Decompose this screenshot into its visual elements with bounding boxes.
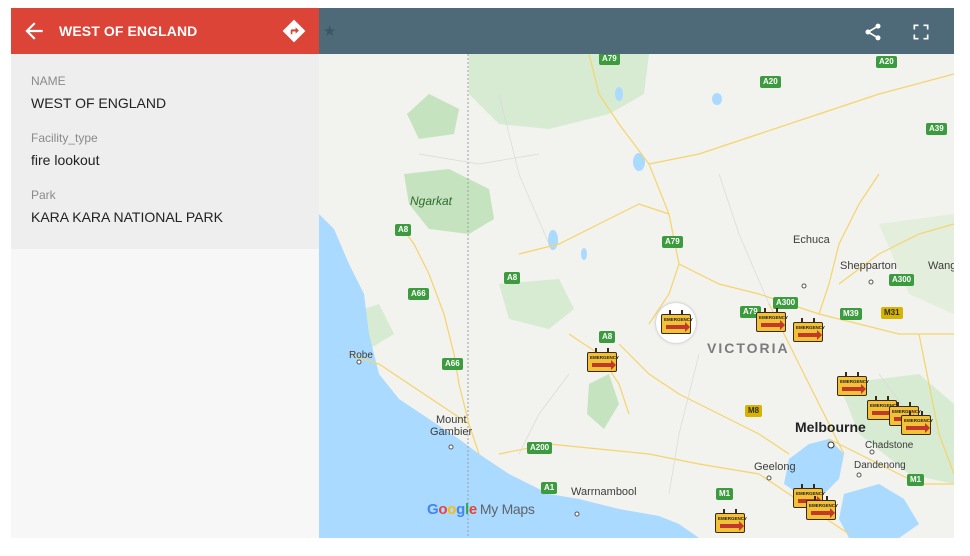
park-label-ngarkat: Ngarkat bbox=[410, 194, 453, 208]
arrow-left-icon[interactable] bbox=[21, 18, 47, 44]
field-label-facility-type: Facility_type bbox=[31, 131, 98, 145]
road-shield: A8 bbox=[504, 272, 521, 284]
road-shield: M1 bbox=[907, 474, 925, 486]
map-marker[interactable]: EMERGENCY bbox=[806, 496, 838, 522]
field-value-park: KARA KARA NATIONAL PARK bbox=[31, 209, 223, 225]
share-icon[interactable] bbox=[863, 22, 883, 42]
place-label-echuca: Echuca bbox=[793, 234, 830, 246]
place-label-melbourne: Melbourne bbox=[795, 419, 866, 435]
road-shield: A66 bbox=[442, 358, 463, 370]
star-icon[interactable]: ★ bbox=[323, 22, 336, 40]
place-label-geelong: Geelong bbox=[754, 461, 796, 473]
field-value-facility-type: fire lookout bbox=[31, 152, 100, 168]
road-shield: A8 bbox=[599, 331, 616, 343]
place-label-chadstone: Chadstone bbox=[865, 440, 914, 451]
road-shield: A20 bbox=[876, 56, 897, 68]
road-shield: A39 bbox=[926, 123, 947, 135]
place-label-dandenong: Dandenong bbox=[854, 460, 906, 471]
road-shield: M1 bbox=[716, 488, 734, 500]
map-view[interactable]: Ngarkat VICTORIA Echuca Shepparton Wang … bbox=[319, 8, 954, 538]
place-label-shepparton: Shepparton bbox=[840, 260, 897, 272]
road-shield: A66 bbox=[408, 288, 429, 300]
panel-title: WEST OF ENGLAND bbox=[59, 23, 198, 39]
field-label-name: NAME bbox=[31, 74, 66, 88]
road-shield: A200 bbox=[527, 442, 553, 454]
directions-icon[interactable] bbox=[281, 18, 307, 44]
google-my-maps-logo: Google My Maps bbox=[427, 501, 535, 518]
road-shield: M39 bbox=[840, 308, 862, 320]
place-label-robe: Robe bbox=[349, 350, 373, 361]
map-marker[interactable]: EMERGENCY bbox=[793, 318, 825, 344]
map-marker[interactable]: EMERGENCY bbox=[715, 509, 747, 535]
map-marker[interactable]: EMERGENCY bbox=[901, 411, 933, 437]
road-shield: M8 bbox=[745, 405, 763, 417]
attribute-list: NAME WEST OF ENGLAND Facility_type fire … bbox=[11, 54, 319, 249]
road-shield: A1 bbox=[541, 482, 558, 494]
map-marker[interactable]: EMERGENCY bbox=[837, 372, 869, 398]
map-marker[interactable]: EMERGENCY bbox=[756, 308, 788, 334]
feature-panel: WEST OF ENGLAND NAME WEST OF ENGLAND Fac… bbox=[11, 8, 319, 538]
map-marker-selected[interactable]: EMERGENCY bbox=[661, 310, 693, 336]
region-label-victoria: VICTORIA bbox=[707, 340, 790, 356]
map-toolbar: ★ bbox=[319, 8, 954, 54]
road-shield: A8 bbox=[395, 224, 412, 236]
road-shield: A300 bbox=[889, 274, 915, 286]
place-label-warrnambool: Warrnambool bbox=[571, 486, 637, 498]
panel-header: WEST OF ENGLAND bbox=[11, 8, 319, 54]
place-label-wang: Wang bbox=[928, 260, 954, 272]
road-shield: A79 bbox=[599, 53, 620, 65]
place-label-gambier: Gambier bbox=[430, 426, 473, 438]
place-label-mount: Mount bbox=[436, 414, 467, 426]
map-marker[interactable]: EMERGENCY bbox=[587, 348, 619, 374]
road-shield: A79 bbox=[662, 236, 683, 248]
app-frame: WEST OF ENGLAND NAME WEST OF ENGLAND Fac… bbox=[11, 8, 954, 538]
fullscreen-icon[interactable] bbox=[911, 22, 931, 42]
field-value-name: WEST OF ENGLAND bbox=[31, 95, 167, 111]
road-shield: A20 bbox=[760, 76, 781, 88]
road-shield: M31 bbox=[881, 307, 903, 319]
field-label-park: Park bbox=[31, 188, 56, 202]
